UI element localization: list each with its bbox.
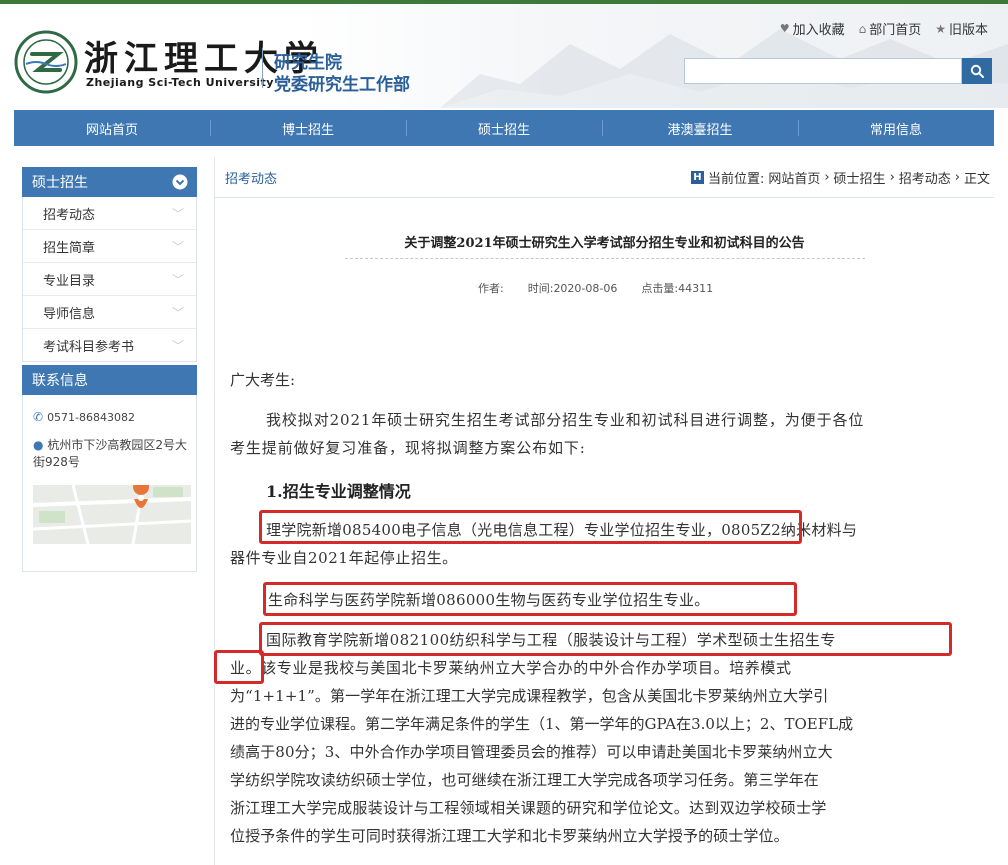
article-paragraph-line: 我校拟对2021年硕士研究生招生考试部分招生专业和初试科目进行调整，为便于各位 — [266, 411, 865, 429]
breadcrumb-separator-icon: › — [824, 170, 830, 185]
top-links: ♥ 加入收藏 ⌂ 部门首页 ★ 旧版本 — [780, 19, 988, 39]
views-label: 点击量: — [641, 282, 679, 295]
sidebar-item-reference-books[interactable]: 考试科目参考书 ﹀ — [23, 329, 196, 361]
location-map[interactable] — [33, 485, 191, 544]
contact-section-header: 联系信息 — [22, 365, 197, 395]
publish-time: 时间:2020-08-06 — [528, 280, 618, 296]
article-title: 关于调整2021年硕士研究生入学考试部分招生专业和初试科目的公告 — [404, 236, 805, 251]
breadcrumb-separator-icon: › — [954, 170, 960, 185]
old-version-label: 旧版本 — [948, 23, 988, 38]
content-header: 招考动态 H 当前位置: 网站首页 › 硕士招生 › 招考动态 › 正文 — [215, 157, 994, 198]
author-label: 作者: — [478, 282, 504, 295]
nav-item-masters[interactable]: 硕士招生 — [406, 110, 602, 146]
article-paragraph-line: 考生提前做好复习准备，现将拟调整方案公布如下: — [230, 439, 586, 457]
article-paragraph-line: 业。该专业是我校与美国北卡罗莱纳州立大学合办的中外合作办学项目。培养模式 — [230, 659, 792, 677]
contact-section-title: 联系信息 — [32, 373, 88, 389]
sidebar-item-admission-brochure[interactable]: 招生简章 ﹀ — [23, 230, 196, 263]
article-paragraph-line: 器件专业自2021年起停止招生。 — [230, 549, 458, 567]
search-button[interactable] — [962, 58, 992, 84]
chevron-down-icon: ﹀ — [171, 272, 184, 287]
search-icon — [970, 64, 984, 78]
breadcrumb-item-exam-news[interactable]: 招考动态 — [899, 168, 951, 187]
content-section-title: 招考动态 — [225, 172, 278, 187]
chevron-down-icon: ﹀ — [171, 338, 184, 353]
views-value: 44311 — [678, 282, 714, 295]
chevron-down-icon: ﹀ — [171, 239, 184, 254]
article-paragraph-line: 浙江理工大学完成服装设计与工程领域相关课题的研究和学位论文。达到双边学校硕士学 — [230, 799, 827, 817]
add-favorite-label: 加入收藏 — [792, 23, 845, 38]
site-header: 浙江理工大学 Zhejiang Sci-Tech University 研究生院… — [0, 4, 1008, 108]
header-separator — [262, 48, 263, 88]
article-paragraph-line: 为“1+1+1”。第一学年在浙江理工大学完成课程教学，包含从美国北卡罗莱纳州立大… — [230, 687, 829, 705]
chevron-down-icon: ﹀ — [171, 305, 184, 320]
highlight-box — [259, 622, 952, 656]
star-icon: ★ — [935, 21, 946, 36]
sidebar-item-exam-news[interactable]: 招考动态 ﹀ — [23, 197, 196, 230]
heart-icon: ♥ — [779, 22, 790, 35]
sidebar-item-label: 导师信息 — [43, 306, 96, 322]
sidebar-section-header[interactable]: 硕士招生 — [22, 167, 197, 197]
breadcrumb-separator-icon: › — [889, 170, 895, 185]
content-divider — [214, 157, 215, 865]
old-version-link[interactable]: ★ 旧版本 — [935, 19, 988, 39]
address-text: 杭州市下沙高教园区2号大街928号 — [33, 438, 187, 469]
sidebar-item-label: 专业目录 — [43, 273, 96, 289]
article-meta: 作者: 时间:2020-08-06 点击量:44311 — [478, 280, 713, 296]
article-subheading: 1.招生专业调整情况 — [266, 482, 411, 501]
school-english-name: Zhejiang Sci-Tech University — [86, 76, 274, 89]
time-value: 2020-08-06 — [553, 282, 618, 295]
breadcrumb-item-home[interactable]: 网站首页 — [768, 168, 820, 187]
breadcrumb-item-current: 正文 — [963, 172, 990, 187]
article-paragraph-line: 位授予条件的学生可同时获得浙江理工大学和北卡罗莱纳州立大学授予的硕士学位。 — [230, 827, 789, 845]
university-logo — [14, 30, 78, 94]
article-paragraph-line: 学纺织学院攻读纺织硕士学位，也可继续在浙江理工大学完成各项学习任务。第三学年在 — [230, 771, 819, 789]
article-paragraph-line: 进的专业学位课程。第二学年满足条件的学生（1、第一学年的GPA在3.0以上；2、… — [230, 715, 854, 733]
highlight-box — [263, 582, 797, 616]
sidebar-item-label: 招生简章 — [43, 240, 96, 256]
sidebar-item-label: 招考动态 — [43, 207, 96, 223]
map-image — [33, 485, 191, 544]
sidebar-section-title: 硕士招生 — [32, 175, 88, 191]
breadcrumb: H 当前位置: 网站首页 › 硕士招生 › 招考动态 › 正文 — [690, 168, 990, 187]
nav-item-home[interactable]: 网站首页 — [14, 110, 210, 146]
sidebar-item-program-catalog[interactable]: 专业目录 ﹀ — [23, 263, 196, 296]
location-pin-icon: ● — [33, 438, 44, 452]
sidebar-item-supervisor-info[interactable]: 导师信息 ﹀ — [23, 296, 196, 329]
collapse-icon — [172, 174, 188, 190]
add-favorite-link[interactable]: ♥ 加入收藏 — [780, 19, 845, 38]
breadcrumb-item-masters[interactable]: 硕士招生 — [834, 168, 886, 187]
highlight-box — [259, 510, 802, 544]
contact-panel: ✆ 0571-86843082 ● 杭州市下沙高教园区2号大街928号 — [22, 395, 197, 572]
time-label: 时间: — [527, 282, 554, 295]
department-home-link[interactable]: ⌂ 部门首页 — [858, 19, 922, 39]
title-divider — [345, 258, 865, 259]
sidebar-item-label: 考试科目参考书 — [43, 339, 135, 355]
nav-item-hk-macau-taiwan[interactable]: 港澳臺招生 — [602, 110, 798, 146]
main-nav: 网站首页 博士招生 硕士招生 港澳臺招生 常用信息 — [14, 110, 994, 146]
phone-icon: ✆ — [33, 410, 44, 424]
department-subname: 党委研究生工作部 — [274, 75, 410, 95]
location-marker-icon: H — [690, 171, 704, 184]
nav-item-common-info[interactable]: 常用信息 — [798, 110, 994, 146]
contact-phone: ✆ 0571-86843082 — [33, 410, 135, 424]
sidebar-menu: 招考动态 ﹀ 招生简章 ﹀ 专业目录 ﹀ 导师信息 ﹀ 考试科目参考书 ﹀ — [22, 197, 197, 362]
department-home-label: 部门首页 — [869, 23, 922, 38]
breadcrumb-label: 当前位置: — [707, 172, 765, 187]
search-input[interactable] — [684, 58, 962, 84]
phone-number: 0571-86843082 — [47, 410, 136, 424]
home-icon: ⌂ — [858, 21, 867, 36]
nav-item-phd[interactable]: 博士招生 — [210, 110, 406, 146]
chevron-down-icon: ﹀ — [171, 206, 184, 221]
article-salutation: 广大考生: — [230, 371, 296, 389]
article-paragraph-line: 绩高于80分；3、中外合作办学项目管理委员会的推荐）可以申请赴美国北卡罗莱纳州立… — [230, 743, 833, 761]
contact-address: ● 杭州市下沙高教园区2号大街928号 — [33, 437, 191, 471]
highlight-box — [214, 650, 264, 684]
view-count: 点击量:44311 — [641, 280, 713, 296]
